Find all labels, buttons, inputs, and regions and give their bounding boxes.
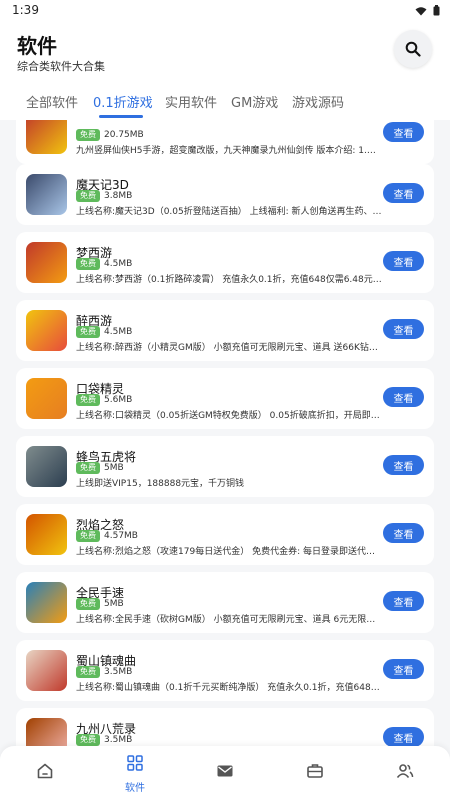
game-size: 3.8MB	[104, 191, 133, 201]
game-description: 上线名称:口袋精灵（0.05折送GM特权免费版） 0.05折破底折扣，开局即送U…	[76, 411, 382, 421]
list-item[interactable]: 蜂鸟五虎将 免费 5MB 上线即送VIP15，188888元宝，千万铜钱 查看	[16, 436, 434, 497]
tab-gm-games[interactable]: GM游戏	[231, 92, 278, 111]
game-size: 3.5MB	[104, 735, 133, 745]
list-item[interactable]: 全民手速 免费 5MB 上线名称:全民手速（砍树GM版） 小额充值可无限刷元宝、…	[16, 572, 434, 633]
active-tab-indicator	[99, 115, 143, 118]
game-size: 5.6MB	[104, 395, 133, 405]
status-icons	[415, 5, 440, 16]
game-icon	[26, 378, 67, 419]
view-button[interactable]: 查看	[383, 523, 424, 543]
list-item[interactable]: 醉西游 免费 4.5MB 上线名称:醉西游（小精灵GM版） 小额充值可无限刷元宝…	[16, 300, 434, 361]
game-icon	[26, 582, 67, 623]
tab-game-source[interactable]: 游戏源码	[292, 92, 344, 111]
free-badge: 免费	[76, 258, 100, 270]
game-icon	[26, 446, 67, 487]
game-description: 上线名称:蜀山镇魂曲（0.1折千元买断纯净版） 充值永久0.1折，充值648仅需…	[76, 683, 382, 693]
game-description: 上线名称:魔天记3D（0.05折登陆送百抽） 上线福利: 新人创角送再生药、角色…	[76, 207, 382, 217]
free-badge: 免费	[76, 734, 100, 746]
list-item[interactable]: 蜀山镇魂曲 免费 3.5MB 上线名称:蜀山镇魂曲（0.1折千元买断纯净版） 充…	[16, 640, 434, 701]
nav-label-software: 软件	[125, 783, 145, 794]
nav-software[interactable]: 软件	[90, 746, 180, 800]
search-icon	[405, 41, 421, 57]
view-button[interactable]: 查看	[383, 122, 424, 142]
view-button[interactable]: 查看	[383, 727, 424, 746]
search-button[interactable]	[394, 30, 432, 68]
briefcase-icon	[307, 764, 323, 778]
game-size: 5MB	[104, 463, 124, 473]
status-time: 1:39	[12, 3, 39, 17]
nav-messages[interactable]	[180, 746, 270, 800]
category-tabs: 全部软件 0.1折游戏 实用软件 GM游戏 游戏源码	[0, 88, 450, 118]
list-item[interactable]: 免费 20.75MB 九州竖屏仙侠H5手游，超变魔改版，九天神魔录九州仙剑传 版…	[16, 120, 434, 164]
game-size: 4.57MB	[104, 531, 138, 541]
view-button[interactable]: 查看	[383, 455, 424, 475]
view-button[interactable]: 查看	[383, 591, 424, 611]
page-title: 软件	[17, 34, 57, 58]
page-subtitle: 综合类软件大合集	[17, 60, 105, 73]
game-icon	[26, 310, 67, 351]
users-icon	[396, 764, 414, 779]
free-badge: 免费	[76, 190, 100, 202]
status-bar: 1:39	[0, 0, 450, 22]
nav-profile[interactable]	[360, 746, 450, 800]
game-icon	[26, 718, 67, 746]
free-badge: 免费	[76, 530, 100, 542]
apps-grid-icon	[127, 755, 143, 771]
header: 软件 综合类软件大合集 全部软件 0.1折游戏 实用软件 GM游戏 游戏源码	[0, 22, 450, 120]
game-size: 4.5MB	[104, 259, 133, 269]
game-size: 3.5MB	[104, 667, 133, 677]
game-list[interactable]: 免费 20.75MB 九州竖屏仙侠H5手游，超变魔改版，九天神魔录九州仙剑传 版…	[0, 120, 450, 746]
free-badge: 免费	[76, 394, 100, 406]
free-badge: 免费	[76, 598, 100, 610]
list-item[interactable]: 烈焰之怒 免费 4.57MB 上线名称:烈焰之怒（攻速179每日送代金） 免费代…	[16, 504, 434, 565]
game-description: 上线名称:醉西游（小精灵GM版） 小额充值可无限刷元宝、道具 送66K钻石、88…	[76, 343, 382, 353]
game-icon	[26, 120, 67, 154]
tab-utility-software[interactable]: 实用软件	[165, 92, 217, 111]
list-item[interactable]: 九州八荒录 免费 3.5MB 查看	[16, 708, 434, 746]
mail-icon	[217, 765, 233, 777]
bottom-nav: 软件	[0, 746, 450, 800]
free-badge: 免费	[76, 129, 100, 141]
game-description: 上线名称:烈焰之怒（攻速179每日送代金） 免费代金券: 每日登录即送代金券，可…	[76, 547, 382, 557]
tab-all-software[interactable]: 全部软件	[26, 92, 78, 111]
game-size: 4.5MB	[104, 327, 133, 337]
game-icon	[26, 242, 67, 283]
tab-discount-games[interactable]: 0.1折游戏	[93, 92, 153, 111]
game-description: 上线即送VIP15，188888元宝，千万铜钱	[76, 479, 245, 489]
view-button[interactable]: 查看	[383, 387, 424, 407]
free-badge: 免费	[76, 326, 100, 338]
nav-tools[interactable]	[270, 746, 360, 800]
view-button[interactable]: 查看	[383, 319, 424, 339]
list-item[interactable]: 魔天记3D 免费 3.8MB 上线名称:魔天记3D（0.05折登陆送百抽） 上线…	[16, 164, 434, 225]
game-description: 九州竖屏仙侠H5手游，超变魔改版，九天神魔录九州仙剑传 版本介绍: 1.新增仙帝…	[76, 146, 382, 156]
game-icon	[26, 514, 67, 555]
list-item[interactable]: 梦西游 免费 4.5MB 上线名称:梦西游（0.1折路碎凌霄） 充值永久0.1折…	[16, 232, 434, 293]
view-button[interactable]: 查看	[383, 183, 424, 203]
view-button[interactable]: 查看	[383, 659, 424, 679]
list-item[interactable]: 口袋精灵 免费 5.6MB 上线名称:口袋精灵（0.05折送GM特权免费版） 0…	[16, 368, 434, 429]
free-badge: 免费	[76, 462, 100, 474]
game-description: 上线名称:梦西游（0.1折路碎凌霄） 充值永久0.1折，充值648仅需6.48元…	[76, 275, 382, 285]
battery-icon	[433, 5, 440, 16]
home-icon	[37, 763, 53, 779]
game-size: 20.75MB	[104, 130, 144, 140]
game-icon	[26, 174, 67, 215]
free-badge: 免费	[76, 666, 100, 678]
game-icon	[26, 650, 67, 691]
view-button[interactable]: 查看	[383, 251, 424, 271]
game-size: 5MB	[104, 599, 124, 609]
game-description: 上线名称:全民手速（砍树GM版） 小额充值可无限刷元宝、道具 6元无限元宝、98…	[76, 615, 382, 625]
wifi-icon	[415, 6, 427, 15]
nav-home[interactable]	[0, 746, 90, 800]
